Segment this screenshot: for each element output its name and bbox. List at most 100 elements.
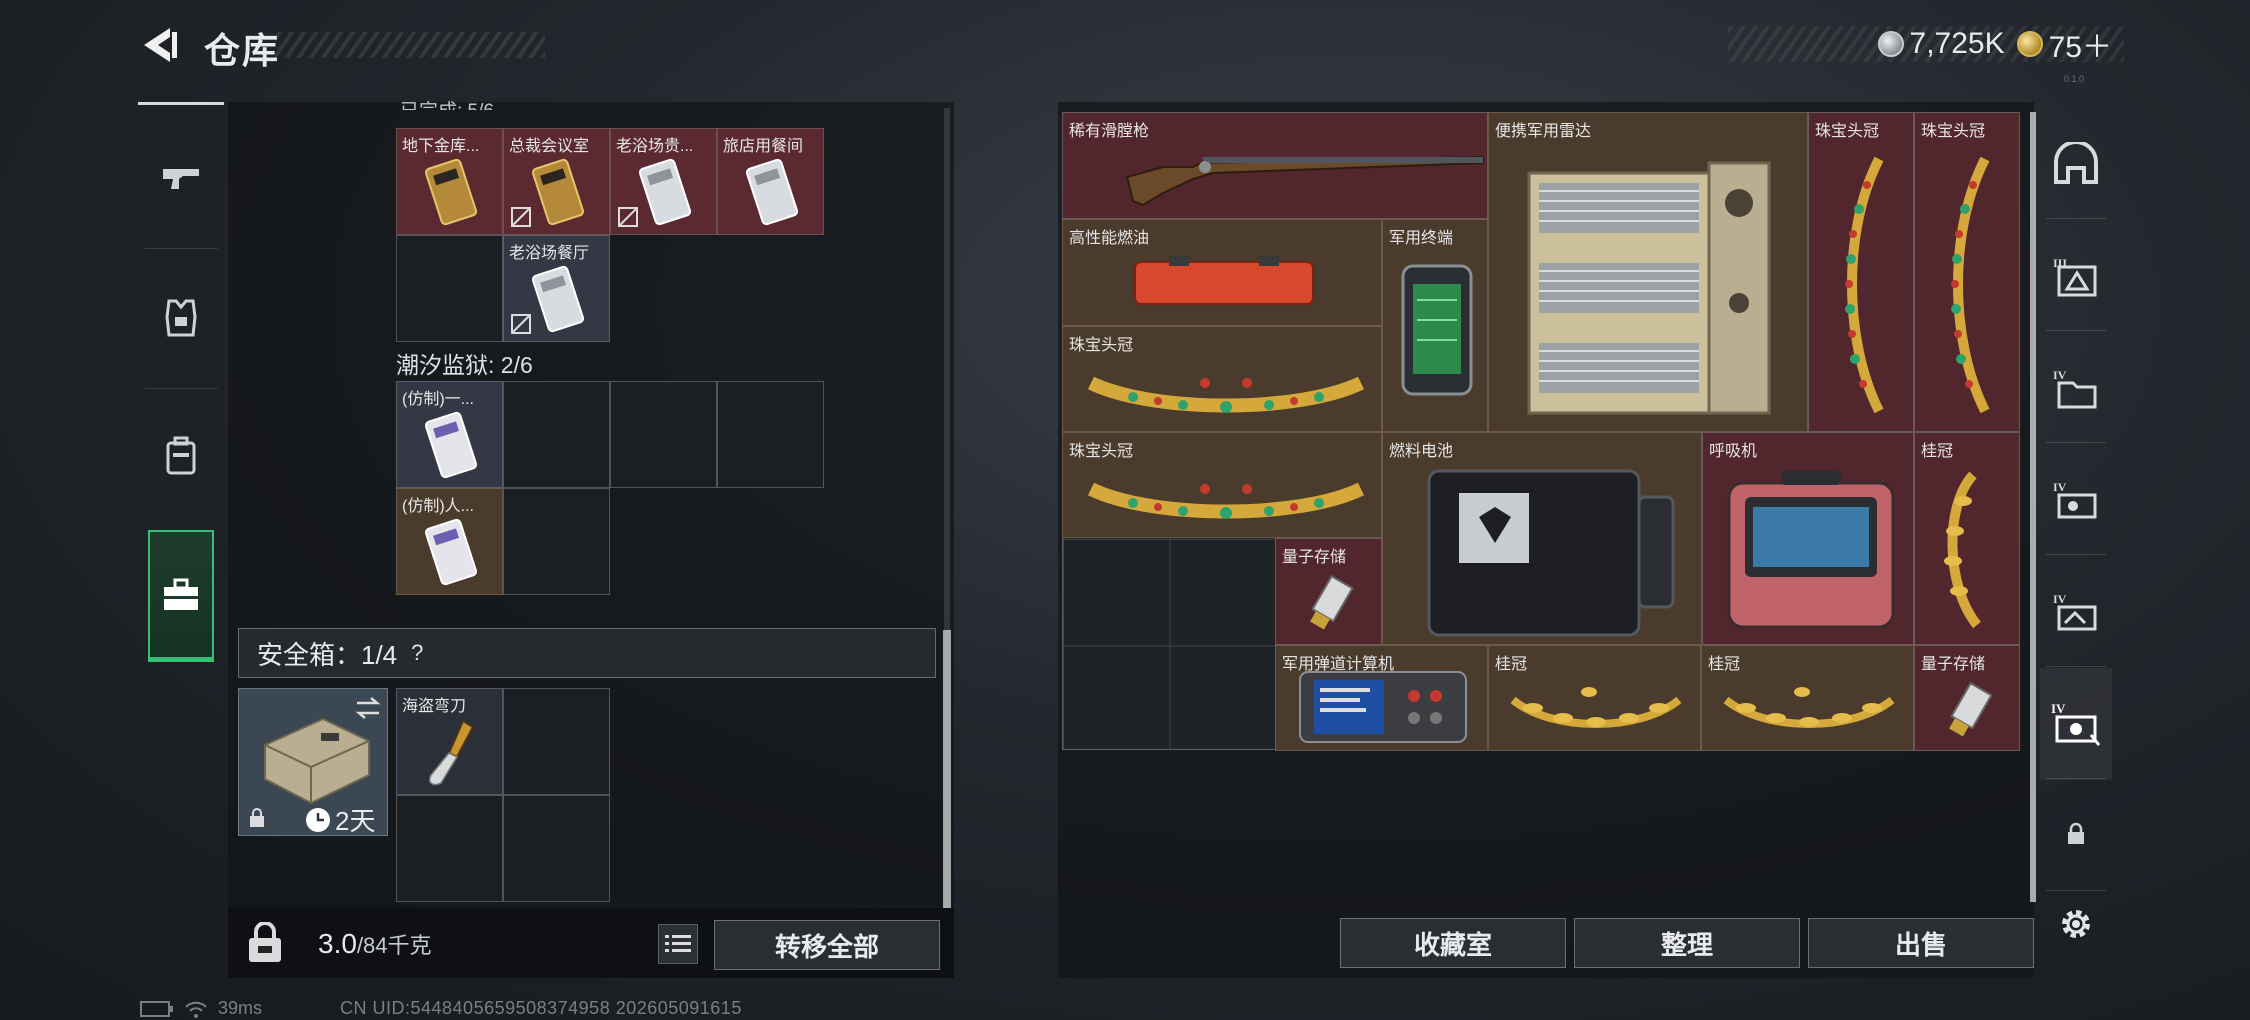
rail-tab-4-b[interactable]: IV [2040,556,2112,668]
sell-button[interactable]: 出售 [1808,918,2034,968]
nav-armor[interactable] [138,254,224,382]
storage-item-quantum-storage[interactable]: 量子存储 [1914,645,2020,751]
storage-item-laurel[interactable]: 桂冠 [1488,645,1701,751]
battery-icon [140,1000,173,1017]
organize-button[interactable]: 整理 [1574,918,1800,968]
currency-display: 7,725K 75＋ [1728,26,2124,64]
item-label: 珠宝头冠 [1815,123,1880,140]
storage-scrollbar[interactable] [2030,112,2036,902]
weight-capacity: /84千克 [356,933,432,958]
left-nav [138,102,224,670]
nav-backpack[interactable] [138,392,224,520]
safe-box-bar: 安全箱：1/4 ? [238,628,936,678]
item-label: 老浴场贵... [616,138,694,155]
keycard-item[interactable]: (仿制)人... [396,488,503,595]
empty-slot[interactable] [610,381,717,488]
storage-item-radar[interactable]: 便携军用雷达 [1488,112,1808,432]
storage-tab-rail: III IV IV IV IV [2040,102,2112,978]
no-trade-icon [618,207,638,227]
storage-item-tiara[interactable]: 珠宝头冠 [1062,326,1382,432]
storage-item-laurel[interactable]: 桂冠 [1701,645,1914,751]
safe-box-slot[interactable]: 2天 [238,688,388,836]
tiara-icon [1951,156,1990,414]
laurel-icon [1510,687,1682,728]
collection-room-button[interactable]: 收藏室 [1340,918,1566,968]
rail-tab-4-active[interactable]: IV [2040,668,2112,780]
storage-item-laurel[interactable]: 桂冠 [1914,432,2020,645]
nav-weapons[interactable] [138,116,224,244]
storage-item-tiara[interactable]: 珠宝头冠 [1808,112,1914,432]
knife-item[interactable]: 海盗弯刀 [396,688,503,795]
empty-slot[interactable] [396,235,503,342]
rail-tab-home[interactable] [2040,108,2112,220]
toolbox-icon [164,578,198,610]
empty-slot[interactable] [503,381,610,488]
radar-icon [1527,161,1771,415]
page-title: 仓库 [204,30,281,71]
nav-safebox[interactable] [148,530,214,662]
status-bar: 39ms [140,998,262,1019]
rail-tab-3[interactable]: III [2040,220,2112,332]
empty-slot[interactable] [717,381,824,488]
settings-button[interactable] [2040,868,2112,980]
item-label: 总裁会议室 [509,138,590,155]
storage-item-tiara[interactable]: 珠宝头冠 [1062,432,1382,538]
gold-coin-icon [2016,31,2043,57]
settings-icon [2062,910,2090,938]
clock-icon [306,807,330,832]
item-label: 量子存储 [1282,549,1347,566]
list-view-button[interactable] [658,924,698,964]
swap-icon[interactable] [353,695,383,721]
storage-item-ballistic-computer[interactable]: 军用弹道计算机 [1275,645,1488,751]
back-button[interactable] [136,22,182,68]
storage-item-tiara[interactable]: 珠宝头冠 [1914,112,2020,432]
empty-slot[interactable] [503,688,610,795]
storage-item-ventilator[interactable]: 呼吸机 [1702,432,1914,645]
keycard-item[interactable]: (仿制)一... [396,381,503,488]
empty-slot[interactable] [503,795,610,902]
uid-text: CN UID:5448405659508374958 202605091615 [340,998,742,1018]
storage-item-musket[interactable]: 稀有滑膛枪 [1062,112,1488,219]
tiara-icon [1087,376,1365,413]
storage-item-fuel[interactable]: 高性能燃油 [1062,219,1382,326]
keycard-item[interactable]: 旅店用餐间 [717,128,824,235]
item-label: 量子存储 [1921,656,1986,673]
item-label: 老浴场餐厅 [509,245,590,262]
musket-icon [1125,155,1484,207]
nav-top-line [138,102,224,105]
lock-icon [2068,822,2084,844]
rail-tab-4-folder[interactable]: IV [2040,332,2112,444]
gold-keycard-icon [424,158,478,226]
item-label: 高性能燃油 [1069,230,1150,247]
storage-item-fuel-cell[interactable]: 燃料电池 [1382,432,1702,645]
tab-IV-a-icon: IV [2053,480,2097,519]
help-icon[interactable]: ? [411,640,423,666]
empty-slot[interactable] [503,488,610,595]
backpack-scroll-thumb[interactable] [943,630,951,908]
ventilator-icon [1727,471,1895,629]
tab-IV-active-icon: IV [2051,701,2101,746]
usb-drive-icon [1310,574,1354,630]
keycard-item[interactable]: 地下金库... [396,128,503,235]
rail-separator [2046,218,2106,219]
ping-text: 39ms [218,998,263,1018]
weight-lock-icon[interactable] [246,922,284,964]
keycard-item[interactable]: 总裁会议室 [503,128,610,235]
item-label: 旅店用餐间 [723,138,804,155]
wifi-icon [185,1001,207,1018]
rail-tab-4-a[interactable]: IV [2040,444,2112,556]
empty-slot[interactable] [396,795,503,902]
tab-III-icon: III [2053,256,2097,297]
keycard-item[interactable]: 老浴场贵... [610,128,717,235]
nav-separator [144,388,218,389]
currency-silver[interactable]: 7,725K [1877,27,2005,61]
keycard-item[interactable]: 老浴场餐厅 [503,235,610,342]
silver-amount: 7,725K [1909,27,2005,60]
svg-text:IV: IV [2051,701,2066,716]
transfer-all-button[interactable]: 转移全部 [714,920,940,970]
storage-item-quantum-storage[interactable]: 量子存储 [1275,538,1382,645]
tab-IV-folder-icon: IV [2053,368,2097,409]
storage-item-terminal[interactable]: 军用终端 [1382,219,1488,432]
currency-gold[interactable]: 75＋ [2016,22,2112,66]
title-decoration [275,32,545,58]
